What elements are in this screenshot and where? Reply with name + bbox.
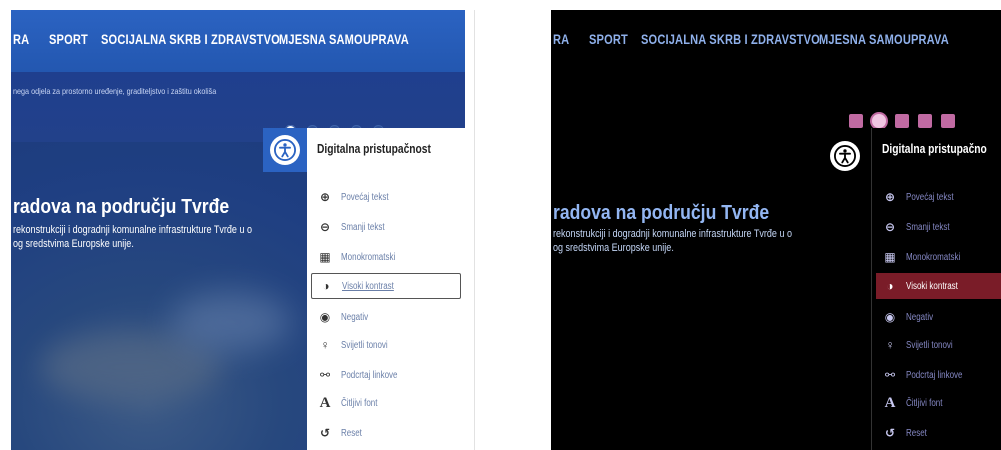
- menu-item-visoki-kontrast[interactable]: ◑ Visoki kontrast: [876, 273, 1001, 299]
- slider-dots: [849, 114, 955, 128]
- menu-item-monokromatski[interactable]: ▦ Monokromatski: [876, 244, 1001, 270]
- accessibility-toggle-button[interactable]: [823, 134, 867, 178]
- font-icon: A: [884, 394, 896, 411]
- link-icon: ⚯: [884, 368, 896, 382]
- menu-item-citljivi-font[interactable]: A Čitljivi font: [311, 390, 461, 416]
- department-subtitle: nega odjela za prostorno uređenje, gradi…: [13, 86, 217, 96]
- accessibility-icon: [270, 135, 300, 165]
- nav-item-sport[interactable]: SPORT: [589, 32, 628, 47]
- nav-item-mjesna-samouprava[interactable]: MJESNA SAMOUPRAVA: [279, 32, 409, 47]
- eye-icon: ◉: [319, 310, 331, 324]
- zoom-in-icon: ⊕: [884, 190, 896, 204]
- slider-dot[interactable]: [872, 114, 886, 128]
- zoom-in-icon: ⊕: [319, 190, 331, 204]
- hero-title[interactable]: radova na području Tvrđe: [553, 202, 769, 225]
- screenshot-high-contrast-mode: RA SPORT SOCIJALNA SKRB I ZDRAVSTVO MJES…: [551, 10, 1001, 450]
- menu-item-negativ[interactable]: ◉ Negativ: [311, 304, 461, 330]
- nav-item-sport[interactable]: SPORT: [49, 32, 88, 47]
- hero-text-line: og sredstvima Europske unije.: [13, 238, 134, 250]
- menu-item-reset[interactable]: ↺ Reset: [876, 420, 1001, 446]
- nav-item-ra[interactable]: RA: [553, 32, 569, 47]
- menu-item-negativ[interactable]: ◉ Negativ: [876, 304, 1001, 330]
- menu-item-podcrtaj-linkove[interactable]: ⚯ Podcrtaj linkove: [876, 362, 1001, 388]
- nav-item-mjesna-samouprava[interactable]: MJESNA SAMOUPRAVA: [819, 32, 949, 47]
- nav-item-socijalna-skrb[interactable]: SOCIJALNA SKRB I ZDRAVSTVO: [641, 32, 820, 47]
- nav-item-ra[interactable]: RA: [13, 32, 29, 47]
- accessibility-toggle-button[interactable]: [263, 128, 307, 172]
- menu-item-smanji-tekst[interactable]: ⊖ Smanji tekst: [876, 214, 1001, 240]
- menu-item-povecaj-tekst[interactable]: ⊕ Povećaj tekst: [876, 184, 1001, 210]
- hero-text-line: og sredstvima Europske unije.: [553, 242, 674, 254]
- panel-title: Digitalna pristupačno: [882, 142, 987, 156]
- slider-dot[interactable]: [895, 114, 909, 128]
- menu-item-svijetli-tonovi[interactable]: ♀ Svijetli tonovi: [311, 332, 461, 358]
- font-icon: A: [319, 394, 331, 411]
- menu-item-podcrtaj-linkove[interactable]: ⚯ Podcrtaj linkove: [311, 362, 461, 388]
- slider-dot[interactable]: [849, 114, 863, 128]
- slider-dot[interactable]: [941, 114, 955, 128]
- reset-icon: ↺: [319, 426, 331, 440]
- menu-item-reset[interactable]: ↺ Reset: [311, 420, 461, 446]
- hero-text-line: rekonstrukciji i dogradnji komunalne inf…: [553, 228, 792, 240]
- lightbulb-icon: ♀: [320, 338, 330, 352]
- eye-icon: ◉: [884, 310, 896, 324]
- menu-item-smanji-tekst[interactable]: ⊖ Smanji tekst: [311, 214, 461, 240]
- accessibility-panel: Digitalna pristupačno ⊕ Povećaj tekst ⊖ Sm…: [871, 128, 1001, 450]
- grayscale-icon: ▦: [884, 250, 896, 264]
- accessibility-panel: Digitalna pristupačnost ⊕ Povećaj tekst ⊖…: [307, 128, 465, 450]
- link-icon: ⚯: [319, 368, 331, 382]
- nav-item-socijalna-skrb[interactable]: SOCIJALNA SKRB I ZDRAVSTVO: [101, 32, 280, 47]
- zoom-out-icon: ⊖: [884, 220, 896, 234]
- lightbulb-icon: ♀: [885, 338, 895, 352]
- hero-title[interactable]: radova na području Tvrđe: [13, 196, 229, 219]
- accessibility-icon: [830, 141, 860, 171]
- contrast-icon: ◑: [322, 279, 330, 293]
- grayscale-icon: ▦: [319, 250, 331, 264]
- slider-dot[interactable]: [918, 114, 932, 128]
- top-navigation: RA SPORT SOCIJALNA SKRB I ZDRAVSTVO MJES…: [11, 10, 465, 72]
- contrast-icon: ◑: [886, 279, 894, 293]
- menu-item-monokromatski[interactable]: ▦ Monokromatski: [311, 244, 461, 270]
- menu-item-citljivi-font[interactable]: A Čitljivi font: [876, 390, 1001, 416]
- menu-item-visoki-kontrast[interactable]: ◑ Visoki kontrast: [311, 273, 461, 299]
- panel-title: Digitalna pristupačnost: [317, 142, 431, 156]
- reset-icon: ↺: [884, 426, 896, 440]
- zoom-out-icon: ⊖: [319, 220, 331, 234]
- hero-text-line: rekonstrukciji i dogradnji komunalne inf…: [13, 224, 252, 236]
- divider: [474, 10, 475, 450]
- menu-item-svijetli-tonovi[interactable]: ♀ Svijetli tonovi: [876, 332, 1001, 358]
- menu-item-povecaj-tekst[interactable]: ⊕ Povećaj tekst: [311, 184, 461, 210]
- screenshot-default-mode: RA SPORT SOCIJALNA SKRB I ZDRAVSTVO MJES…: [11, 10, 465, 450]
